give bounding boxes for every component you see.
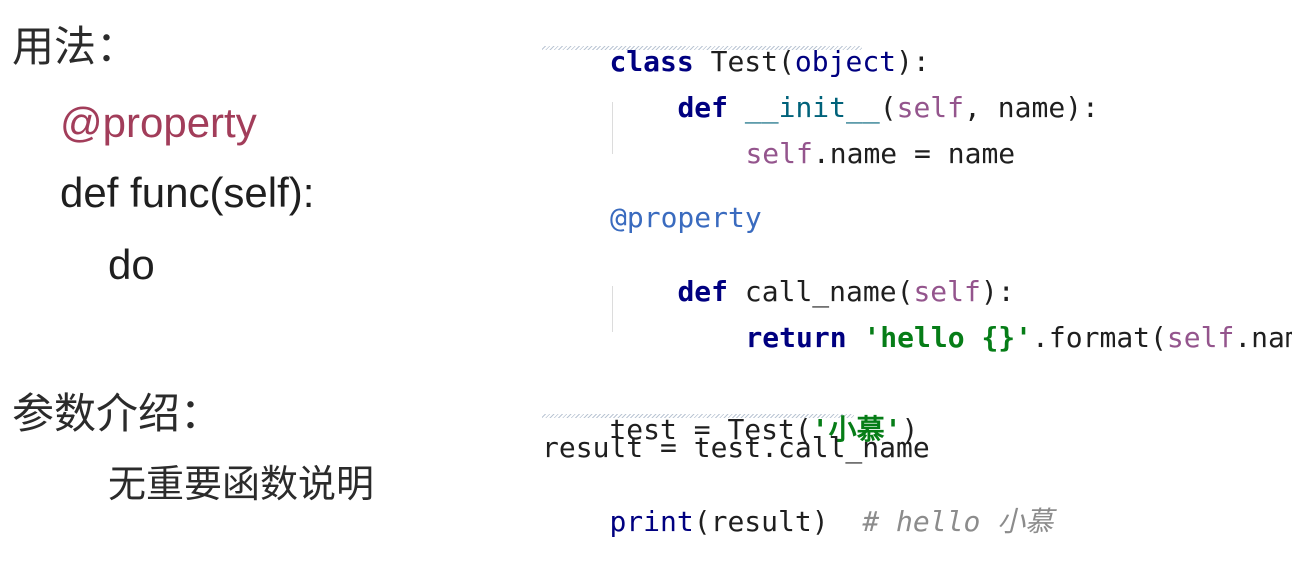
code-builtin: print <box>609 505 694 538</box>
code-text: .name) <box>1234 321 1292 354</box>
code-text: (result) <box>693 505 863 538</box>
code-line-decorator: @property <box>610 201 762 234</box>
code-line-print: print(result) # hello 小慕 <box>542 480 1053 564</box>
code-text: .format( <box>1032 321 1167 354</box>
code-self: self <box>1166 321 1235 354</box>
code-keyword: return <box>745 321 847 354</box>
code-panel: class Test(object): def __init__(self, n… <box>0 0 1292 536</box>
code-comment: # hello 小慕 <box>862 505 1054 538</box>
code-self: self <box>745 137 813 170</box>
code-text: .name = name <box>812 137 1016 170</box>
code-string: 'hello {}' <box>846 321 1033 354</box>
code-line-assign: self.name = name <box>678 112 1015 196</box>
code-line-result: result = test.call_name <box>542 431 930 464</box>
code-line-return: return 'hello {}'.format(self.name) <box>678 296 1292 380</box>
